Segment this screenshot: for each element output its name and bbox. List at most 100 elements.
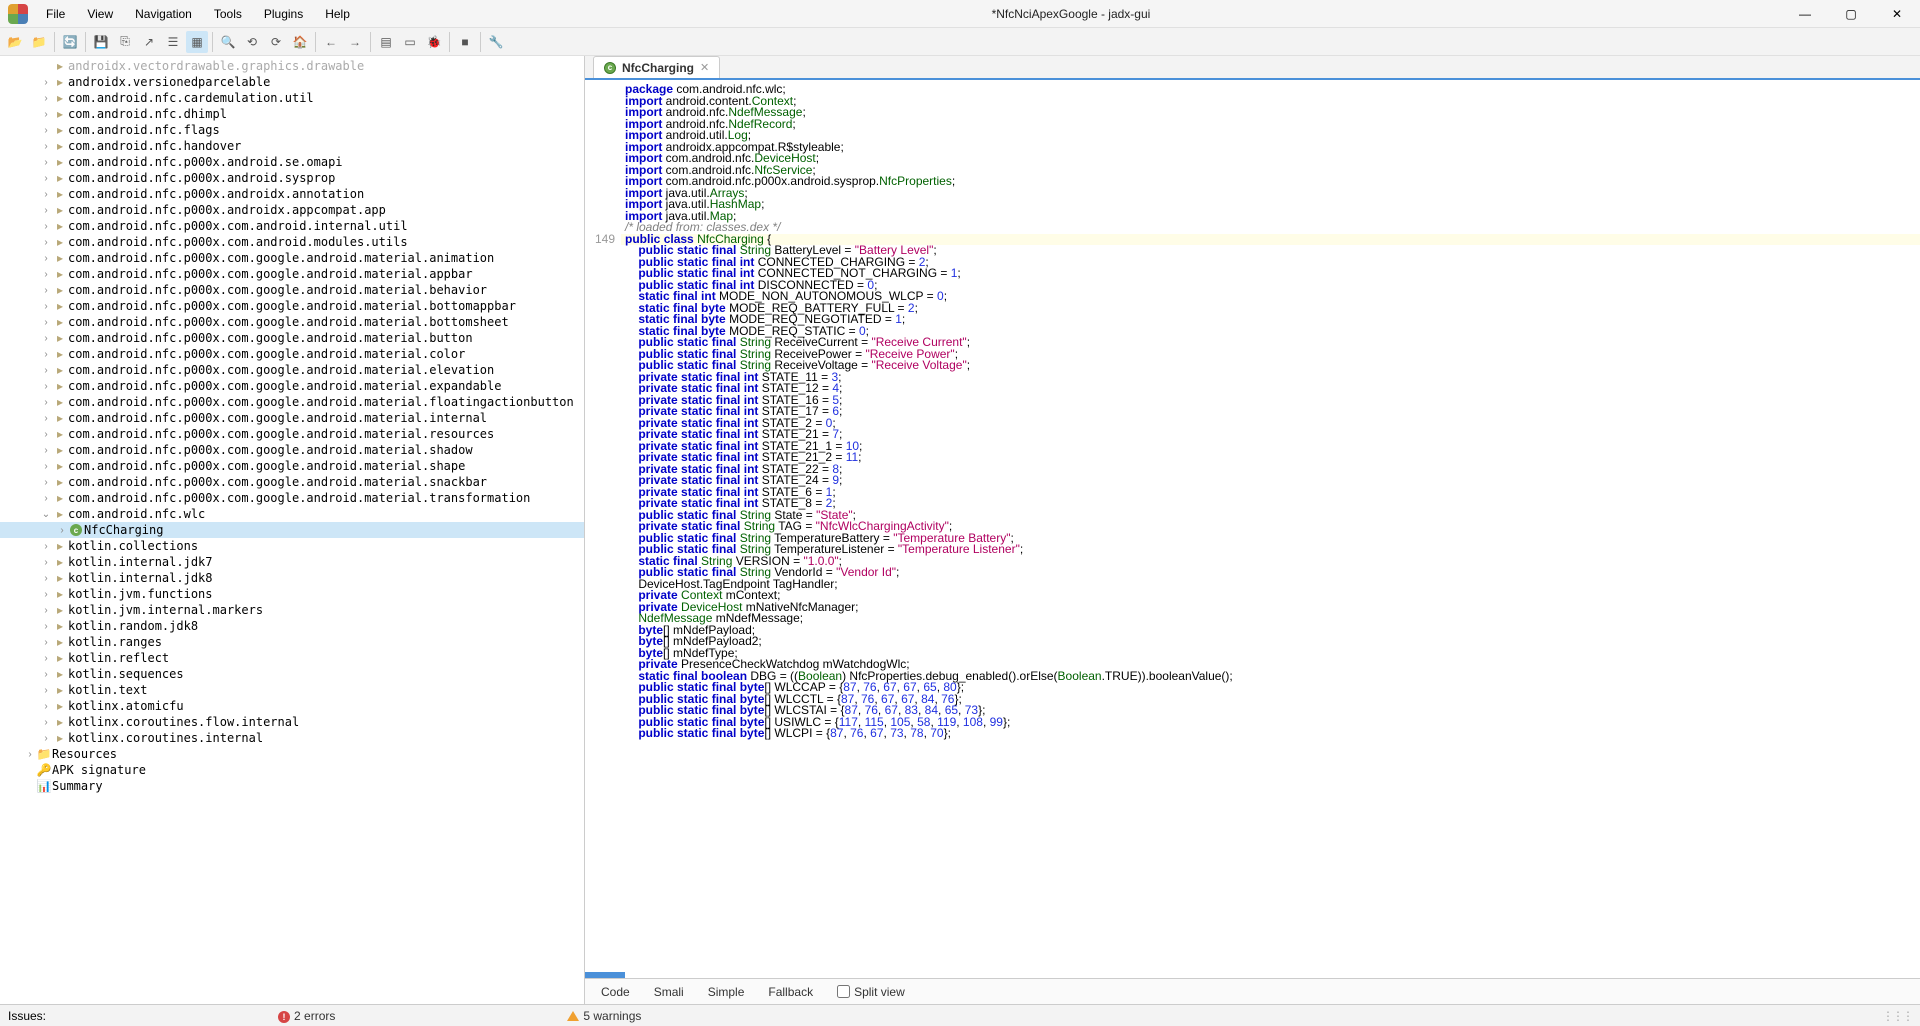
menu-navigation[interactable]: Navigation [125, 3, 202, 25]
code-line[interactable]: /* loaded from: classes.dex */ [585, 222, 1920, 234]
resize-grip[interactable]: ⋮⋮⋮ [1882, 1009, 1912, 1023]
tree-item[interactable]: ›▸com.android.nfc.p000x.com.google.andro… [0, 458, 584, 474]
line-number [585, 257, 621, 269]
goto-line-button[interactable]: ☰ [162, 31, 184, 53]
tree-item[interactable]: ›▸com.android.nfc.p000x.com.google.andro… [0, 314, 584, 330]
tree-item[interactable]: ›▸com.android.nfc.p000x.androidx.appcomp… [0, 202, 584, 218]
folder-open-button[interactable]: 📂 [4, 31, 26, 53]
device-button[interactable]: ▭ [399, 31, 421, 53]
tree-item[interactable]: ›▸com.android.nfc.p000x.com.google.andro… [0, 490, 584, 506]
tree-item[interactable]: ›▸com.android.nfc.p000x.com.google.andro… [0, 474, 584, 490]
stop-button[interactable]: ■ [454, 31, 476, 53]
save-separate-button[interactable]: ⎘ [114, 31, 136, 53]
search-button[interactable]: 🔍 [217, 31, 239, 53]
error-count[interactable]: !2 errors [278, 1009, 335, 1023]
code-editor[interactable]: package com.android.nfc.wlc;import andro… [585, 80, 1920, 972]
tree-item[interactable]: ›▸kotlin.reflect [0, 650, 584, 666]
tree-item[interactable]: ›▸com.android.nfc.flags [0, 122, 584, 138]
tree-item[interactable]: ▸androidx.vectordrawable.graphics.drawab… [0, 58, 584, 74]
tree-item[interactable]: ›▸kotlin.random.jdk8 [0, 618, 584, 634]
tree-item[interactable]: ›▸com.android.nfc.p000x.com.google.andro… [0, 282, 584, 298]
tree-item[interactable]: ›▸com.android.nfc.dhimpl [0, 106, 584, 122]
bug-button[interactable]: 🐞 [423, 31, 445, 53]
tree-item[interactable]: ›▸com.android.nfc.p000x.android.se.omapi [0, 154, 584, 170]
log-button[interactable]: ▤ [375, 31, 397, 53]
tree-item[interactable]: ⌄▸com.android.nfc.wlc [0, 506, 584, 522]
tree-item[interactable]: ›▸com.android.nfc.cardemulation.util [0, 90, 584, 106]
tree-item[interactable]: ›▸com.android.nfc.p000x.com.google.andro… [0, 394, 584, 410]
menu-plugins[interactable]: Plugins [254, 3, 313, 25]
tree-item[interactable]: ›▸kotlinx.atomicfu [0, 698, 584, 714]
tree-item[interactable]: ›▸com.android.nfc.p000x.com.google.andro… [0, 362, 584, 378]
project-tree[interactable]: ▸androidx.vectordrawable.graphics.drawab… [0, 56, 585, 1004]
code-line[interactable]: import java.util.HashMap; [585, 199, 1920, 211]
tree-item[interactable]: ›▸com.android.nfc.handover [0, 138, 584, 154]
save-button[interactable]: 💾 [90, 31, 112, 53]
tab-close-icon[interactable]: ✕ [700, 61, 709, 74]
tab-nfccharging[interactable]: c NfcCharging ✕ [593, 56, 720, 78]
find-back-button[interactable]: ⟲ [241, 31, 263, 53]
tree-item[interactable]: ›▸com.android.nfc.p000x.com.google.andro… [0, 330, 584, 346]
code-line[interactable]: NdefMessage mNdefMessage; [585, 613, 1920, 625]
tree-item[interactable]: ›▸com.android.nfc.p000x.com.google.andro… [0, 410, 584, 426]
tree-item[interactable]: ›▸kotlinx.coroutines.flow.internal [0, 714, 584, 730]
tree-item[interactable]: ›▸kotlin.sequences [0, 666, 584, 682]
code-line[interactable]: DeviceHost.TagEndpoint TagHandler; [585, 579, 1920, 591]
tree-item[interactable]: ›cNfcCharging [0, 522, 584, 538]
highlight-button[interactable]: ▦ [186, 31, 208, 53]
view-tab-simple[interactable]: Simple [708, 985, 745, 999]
tree-item[interactable]: ›📁Resources [0, 746, 584, 762]
tree-item[interactable]: ›▸kotlin.jvm.internal.markers [0, 602, 584, 618]
view-tab-smali[interactable]: Smali [654, 985, 684, 999]
split-view-toggle[interactable]: Split view [837, 985, 905, 999]
menu-help[interactable]: Help [315, 3, 360, 25]
tree-item-label: com.android.nfc.wlc [68, 507, 205, 521]
tree-item[interactable]: ›▸kotlinx.coroutines.internal [0, 730, 584, 746]
tree-item[interactable]: ›▸kotlin.collections [0, 538, 584, 554]
tree-item[interactable]: ›▸com.android.nfc.p000x.com.android.modu… [0, 234, 584, 250]
warning-count[interactable]: 5 warnings [567, 1009, 641, 1023]
tree-item[interactable]: ›▸com.android.nfc.p000x.com.google.andro… [0, 250, 584, 266]
code-line[interactable]: import android.nfc.NdefRecord; [585, 119, 1920, 131]
tree-item[interactable]: ›▸com.android.nfc.p000x.com.google.andro… [0, 378, 584, 394]
tree-item[interactable]: ›▸com.android.nfc.p000x.android.sysprop [0, 170, 584, 186]
tree-item[interactable]: ›▸com.android.nfc.p000x.com.android.inte… [0, 218, 584, 234]
tree-item[interactable]: ›▸com.android.nfc.p000x.com.google.andro… [0, 426, 584, 442]
menu-file[interactable]: File [36, 3, 75, 25]
find-fwd-button[interactable]: ⟳ [265, 31, 287, 53]
tree-item[interactable]: ›▸com.android.nfc.p000x.androidx.annotat… [0, 186, 584, 202]
menu-view[interactable]: View [77, 3, 123, 25]
view-tab-fallback[interactable]: Fallback [768, 985, 813, 999]
tree-item[interactable]: ›▸com.android.nfc.p000x.com.google.andro… [0, 442, 584, 458]
tree-item[interactable]: ›▸kotlin.jvm.functions [0, 586, 584, 602]
close-button[interactable]: ✕ [1874, 0, 1920, 28]
tree-item[interactable]: ›▸com.android.nfc.p000x.com.google.andro… [0, 266, 584, 282]
wrench-button[interactable]: 🔧 [485, 31, 507, 53]
tree-item[interactable]: ›▸kotlin.ranges [0, 634, 584, 650]
tree-item[interactable]: ›▸com.android.nfc.p000x.com.google.andro… [0, 346, 584, 362]
tree-item[interactable]: 🔑APK signature [0, 762, 584, 778]
home-button[interactable]: 🏠 [289, 31, 311, 53]
minimize-button[interactable]: ― [1782, 0, 1828, 28]
menu-tools[interactable]: Tools [204, 3, 252, 25]
nav-fwd-button[interactable]: → [344, 31, 366, 53]
maximize-button[interactable]: ▢ [1828, 0, 1874, 28]
split-view-checkbox[interactable] [837, 985, 850, 998]
code-line[interactable]: byte[] mNdefPayload2; [585, 636, 1920, 648]
tree-item[interactable]: ›▸kotlin.text [0, 682, 584, 698]
code-line[interactable]: import java.util.Arrays; [585, 188, 1920, 200]
tree-item[interactable]: ›▸com.android.nfc.p000x.com.google.andro… [0, 298, 584, 314]
code-line[interactable]: import java.util.Map; [585, 211, 1920, 223]
tree-item[interactable]: 📊Summary [0, 778, 584, 794]
view-tab-code[interactable]: Code [601, 985, 630, 999]
code-line[interactable]: public static final byte[] WLCPI = {87, … [585, 728, 1920, 740]
export-button[interactable]: ↗ [138, 31, 160, 53]
code-line[interactable]: byte[] mNdefPayload; [585, 625, 1920, 637]
tree-item[interactable]: ›▸kotlin.internal.jdk8 [0, 570, 584, 586]
refresh-button[interactable]: 🔄 [59, 31, 81, 53]
tree-item[interactable]: ›▸androidx.versionedparcelable [0, 74, 584, 90]
tree-item[interactable]: ›▸kotlin.internal.jdk7 [0, 554, 584, 570]
nav-back-button[interactable]: ← [320, 31, 342, 53]
code-line[interactable]: import com.android.nfc.p000x.android.sys… [585, 176, 1920, 188]
plus-folder-button[interactable]: 📁 [28, 31, 50, 53]
